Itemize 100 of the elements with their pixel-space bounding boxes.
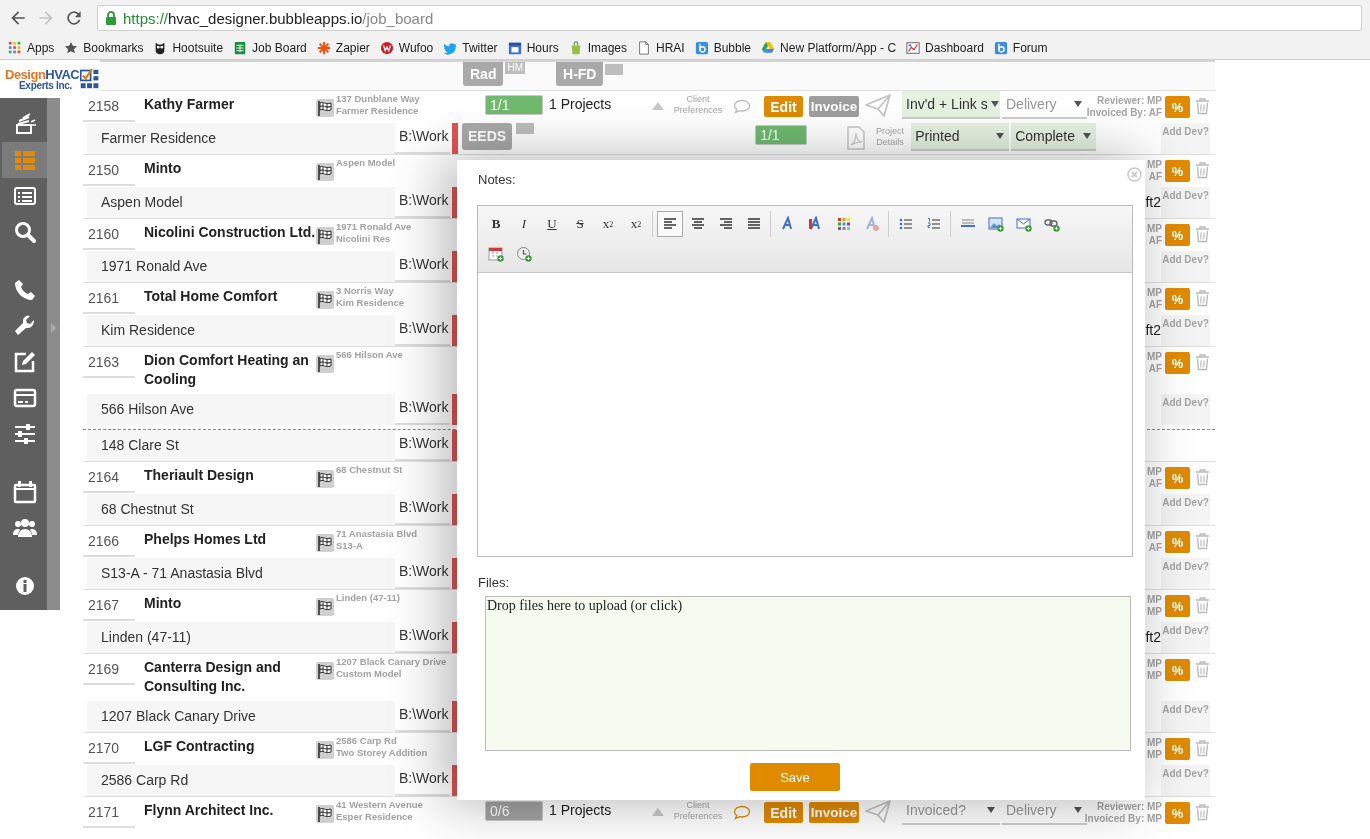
address-text: Nicolini Res: [336, 233, 392, 245]
bookmark-link[interactable]: Bookmarks: [64, 40, 144, 55]
file-dropzone[interactable]: Drop files here to upload (or click): [485, 596, 1131, 751]
flag-icon[interactable]: [316, 534, 334, 552]
address-text: 68 Chestnut St: [336, 464, 403, 476]
bold-button[interactable]: B: [483, 211, 509, 237]
projects-count: 1 Projects: [549, 95, 613, 114]
bookmark-link[interactable]: Hours: [507, 40, 559, 55]
bookmark-link[interactable]: HRAI: [637, 40, 685, 55]
address-text: Farmer Residence: [336, 105, 420, 117]
list-icon: [12, 148, 37, 172]
bookmark-link[interactable]: Forum: [993, 40, 1048, 55]
flag-icon[interactable]: [316, 163, 334, 181]
caret-icon: [990, 101, 999, 107]
dropdown[interactable]: Inv'd + Link s: [902, 91, 1000, 119]
address-bar[interactable]: https://hvac_designer.bubbleapps.io/job_board: [97, 5, 1362, 31]
w-circle-icon: [379, 40, 394, 55]
dropdown[interactable]: Printed: [911, 123, 1010, 151]
client-name: Canterra Design and Consulting Inc.: [144, 658, 282, 696]
reviewer-text: MP: [1147, 594, 1162, 606]
caret-icon: [1074, 101, 1082, 107]
align-left-button[interactable]: [657, 211, 683, 237]
flag-icon[interactable]: [316, 355, 334, 373]
reviewer-text: AF: [1148, 363, 1162, 375]
client-name: Nicolini Construction Ltd.: [144, 223, 316, 242]
search-icon: [12, 220, 37, 244]
reviewer-text: MP: [1147, 223, 1162, 235]
calendar-icon: [507, 40, 522, 55]
site-name: Linden (47-11): [87, 622, 395, 653]
progress-label: 0/6: [489, 803, 510, 819]
align-center-icon: [690, 216, 706, 232]
bookmark-link[interactable]: Wufoo: [379, 40, 434, 55]
bookmark-link[interactable]: New Platform/App - C: [761, 40, 897, 55]
chart-image-icon: [906, 40, 921, 55]
files-label: Files:: [478, 575, 510, 591]
dropdown[interactable]: Complete: [1011, 123, 1097, 151]
address-text: 1207 Black Canary Drive: [336, 656, 447, 668]
bookmark-link[interactable]: Hootsuite: [153, 40, 224, 55]
reload-icon[interactable]: [64, 8, 84, 28]
flag-icon[interactable]: [316, 227, 334, 245]
flag-icon[interactable]: [316, 662, 334, 680]
phone-icon: [12, 278, 37, 302]
bookmark-link[interactable]: Images: [568, 40, 627, 55]
flag-icon[interactable]: [316, 470, 334, 488]
bullet-list-icon: [898, 216, 914, 232]
bookmark-link[interactable]: Job Board: [233, 40, 307, 55]
site-name: Farmer Residence: [87, 123, 395, 154]
strikethrough-button[interactable]: S: [567, 211, 593, 237]
flag-icon[interactable]: [316, 99, 334, 117]
reviewer-text: AF: [1148, 299, 1162, 311]
caret-icon: [1083, 133, 1092, 139]
underline-button[interactable]: U: [539, 211, 565, 237]
flag-icon[interactable]: [316, 805, 334, 823]
image-icon: [988, 216, 1004, 232]
reviewer-text: MP: [1147, 287, 1162, 299]
star-icon: [64, 40, 79, 55]
reviewer-text: AF: [1148, 171, 1162, 183]
address-text: Aspen Model: [336, 157, 396, 169]
reviewer-text: AF: [1148, 235, 1162, 247]
projects-count: 1 Projects: [549, 801, 613, 820]
reviewer-text: Invoiced By: AF: [1086, 107, 1162, 119]
reviewer-text: Reviewer: MP: [1096, 95, 1162, 107]
client-name: Total Home Comfort: [144, 287, 279, 306]
comment-icon[interactable]: [733, 805, 751, 820]
form-icon: [12, 184, 37, 208]
caret-icon: [996, 133, 1005, 139]
client-name: Theriault Design: [144, 466, 255, 485]
bookmark-link[interactable]: Bubble: [694, 40, 752, 55]
client-name: Flynn Architect Inc.: [144, 801, 275, 820]
url-text[interactable]: https://hvac_designer.bubbleapps.io/job_board: [123, 9, 434, 27]
bookmark-link[interactable]: Apps: [8, 40, 55, 55]
clock-icon: [516, 246, 532, 262]
site-name: Aspen Model: [87, 187, 395, 218]
client-name: Minto: [144, 594, 183, 613]
address-text: 71 Anastasia Blvd: [336, 528, 417, 540]
bookmark-link[interactable]: Twitter: [443, 40, 498, 55]
italic-button[interactable]: I: [511, 211, 537, 237]
logo-wordmark: DesignHVAC: [5, 67, 80, 81]
job-number: 2163: [83, 347, 135, 378]
address-text: 3 Norris Way: [336, 285, 395, 297]
address-text: 566 Hilson Ave: [336, 349, 403, 361]
reviewer-text: MP: [1147, 670, 1162, 682]
client-name: Minto: [144, 159, 183, 178]
flag-icon[interactable]: [316, 598, 334, 616]
flag-icon[interactable]: [316, 291, 334, 309]
site-name: Kim Residence: [87, 315, 395, 346]
notes-label: Notes:: [478, 172, 516, 188]
flag-icon[interactable]: [316, 741, 334, 759]
bookmark-link[interactable]: Zapier: [316, 40, 370, 55]
people-icon: [12, 516, 37, 540]
reviewer-text: MP: [1147, 658, 1162, 670]
caret-icon: [987, 807, 995, 813]
align-left-icon: [662, 216, 678, 232]
blank-tag: [605, 64, 624, 75]
reviewer-text: MP: [1147, 737, 1162, 749]
client-name: Kathy Farmer: [144, 95, 236, 114]
apps-icon: [8, 40, 22, 55]
bookmark-link[interactable]: Dashboard: [906, 40, 984, 55]
client-name: Dion Comfort Heating an Cooling: [144, 351, 310, 389]
client-name: Phelps Homes Ltd: [144, 530, 268, 549]
